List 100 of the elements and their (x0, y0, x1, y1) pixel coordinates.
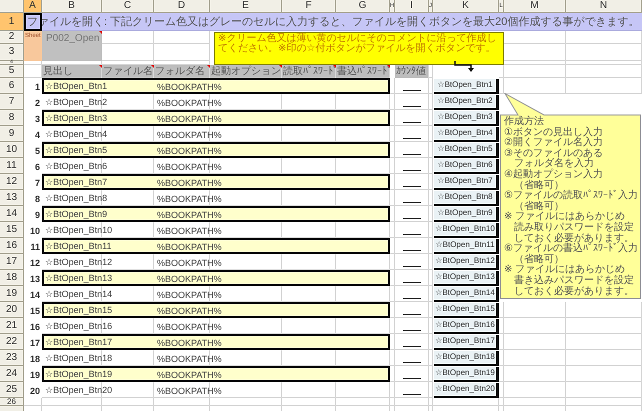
open-file-button[interactable]: ☆BtOpen_Btn9 (434, 207, 499, 222)
empty-cell[interactable] (429, 302, 433, 318)
empty-cell[interactable] (504, 334, 566, 350)
empty-cell[interactable] (504, 65, 566, 78)
folder-cell[interactable]: %BOOKPATH% (154, 386, 222, 398)
empty-cell[interactable] (566, 78, 642, 94)
open-file-button[interactable]: ☆BtOpen_Btn2 (434, 95, 499, 110)
empty-cell[interactable] (395, 318, 429, 334)
empty-cell[interactable] (429, 350, 433, 366)
caption-cell[interactable]: ☆BtOpen_Btn13 (42, 273, 112, 286)
open-file-button[interactable]: ☆BtOpen_Btn3 (434, 111, 499, 126)
empty-cell[interactable] (429, 110, 433, 126)
open-file-button[interactable]: ☆BtOpen_Btn8 (434, 191, 499, 206)
column-header[interactable]: K (433, 0, 499, 13)
empty-cell[interactable] (566, 334, 642, 350)
folder-cell[interactable]: %BOOKPATH% (154, 306, 222, 318)
folder-cell[interactable]: %BOOKPATH% (154, 290, 222, 302)
open-file-button[interactable]: ☆BtOpen_Btn15 (434, 303, 499, 318)
empty-cell[interactable] (395, 382, 429, 398)
open-file-button[interactable]: ☆BtOpen_Btn5 (434, 143, 499, 158)
empty-cell[interactable] (395, 190, 429, 206)
empty-cell[interactable] (429, 366, 433, 382)
row-header[interactable]: 12 (0, 174, 24, 190)
empty-cell[interactable] (395, 350, 429, 366)
column-header[interactable]: C (102, 0, 154, 13)
open-file-button[interactable]: ☆BtOpen_Btn11 (434, 239, 499, 254)
empty-cell[interactable] (429, 222, 433, 238)
row-header[interactable]: 13 (0, 190, 24, 206)
empty-cell[interactable] (429, 206, 433, 222)
open-file-button[interactable]: ☆BtOpen_Btn7 (434, 175, 499, 190)
empty-cell[interactable] (429, 398, 433, 406)
column-header[interactable]: A (24, 0, 42, 13)
empty-cell[interactable] (429, 78, 433, 94)
caption-cell[interactable]: ☆BtOpen_Btn17 (42, 337, 112, 350)
row-header[interactable]: 5 (0, 65, 24, 78)
folder-cell[interactable]: %BOOKPATH% (154, 98, 222, 110)
column-header[interactable]: I (395, 0, 429, 13)
folder-cell[interactable]: %BOOKPATH% (154, 338, 222, 350)
folder-cell[interactable]: %BOOKPATH% (154, 162, 222, 174)
row-header[interactable]: 24 (0, 366, 24, 382)
caption-cell[interactable]: ☆BtOpen_Btn20 (42, 385, 112, 398)
empty-cell[interactable] (566, 382, 642, 398)
empty-cell[interactable] (566, 44, 642, 61)
row-header[interactable]: 2 (0, 31, 24, 44)
caption-cell[interactable]: ☆BtOpen_Btn7 (42, 177, 108, 190)
open-file-button[interactable]: ☆BtOpen_Btn20 (434, 383, 499, 398)
folder-cell[interactable]: %BOOKPATH% (154, 114, 222, 126)
column-header[interactable]: E (210, 0, 282, 13)
folder-cell[interactable]: %BOOKPATH% (154, 130, 222, 142)
empty-cell[interactable] (395, 270, 429, 286)
row-header[interactable]: 16 (0, 238, 24, 254)
column-header[interactable]: B (42, 0, 102, 13)
folder-cell[interactable]: %BOOKPATH% (154, 210, 222, 222)
caption-cell[interactable]: ☆BtOpen_Btn14 (42, 289, 112, 302)
caption-cell[interactable]: ☆BtOpen_Btn6 (42, 161, 108, 174)
caption-cell[interactable]: ☆BtOpen_Btn18 (42, 353, 112, 366)
empty-cell[interactable] (395, 286, 429, 302)
folder-cell[interactable]: %BOOKPATH% (154, 354, 222, 366)
open-file-button[interactable]: ☆BtOpen_Btn19 (434, 367, 499, 382)
column-header[interactable]: D (154, 0, 210, 13)
caption-cell[interactable]: ☆BtOpen_Btn16 (42, 321, 112, 334)
row-header[interactable]: 1 (0, 13, 24, 31)
empty-cell[interactable] (395, 158, 429, 174)
column-header[interactable]: F (282, 0, 336, 13)
column-header[interactable]: N (566, 0, 642, 13)
empty-cell[interactable] (429, 174, 433, 190)
row-header[interactable]: 9 (0, 126, 24, 142)
open-file-button[interactable]: ☆BtOpen_Btn18 (434, 351, 499, 366)
row-header[interactable]: 7 (0, 94, 24, 110)
empty-cell[interactable] (429, 286, 433, 302)
empty-cell[interactable] (566, 318, 642, 334)
caption-cell[interactable]: ☆BtOpen_Btn10 (42, 225, 112, 238)
empty-cell[interactable] (395, 302, 429, 318)
empty-cell[interactable] (429, 142, 433, 158)
folder-cell[interactable]: %BOOKPATH% (154, 82, 222, 94)
empty-cell[interactable] (395, 238, 429, 254)
folder-cell[interactable]: %BOOKPATH% (154, 242, 222, 254)
empty-cell[interactable] (429, 254, 433, 270)
empty-cell[interactable] (429, 382, 433, 398)
empty-cell[interactable] (395, 94, 429, 110)
caption-cell[interactable]: ☆BtOpen_Btn12 (42, 257, 112, 270)
folder-cell[interactable]: %BOOKPATH% (154, 146, 222, 158)
empty-cell[interactable] (566, 302, 642, 318)
empty-cell[interactable] (395, 142, 429, 158)
row-header[interactable]: 20 (0, 302, 24, 318)
empty-cell[interactable] (395, 222, 429, 238)
row-header[interactable]: 23 (0, 350, 24, 366)
row-header[interactable]: 17 (0, 254, 24, 270)
empty-cell[interactable] (504, 61, 566, 65)
empty-cell[interactable] (429, 238, 433, 254)
empty-cell[interactable] (429, 270, 433, 286)
open-file-button[interactable]: ☆BtOpen_Btn1 (434, 79, 499, 94)
caption-cell[interactable]: ☆BtOpen_Btn4 (42, 129, 108, 142)
empty-cell[interactable] (566, 61, 642, 65)
empty-cell[interactable] (499, 398, 504, 406)
open-file-button[interactable]: ☆BtOpen_Btn14 (434, 287, 499, 302)
caption-cell[interactable]: ☆BtOpen_Btn19 (42, 369, 112, 382)
empty-cell[interactable] (566, 398, 642, 406)
folder-cell[interactable]: %BOOKPATH% (154, 370, 222, 382)
folder-cell[interactable]: %BOOKPATH% (154, 226, 222, 238)
